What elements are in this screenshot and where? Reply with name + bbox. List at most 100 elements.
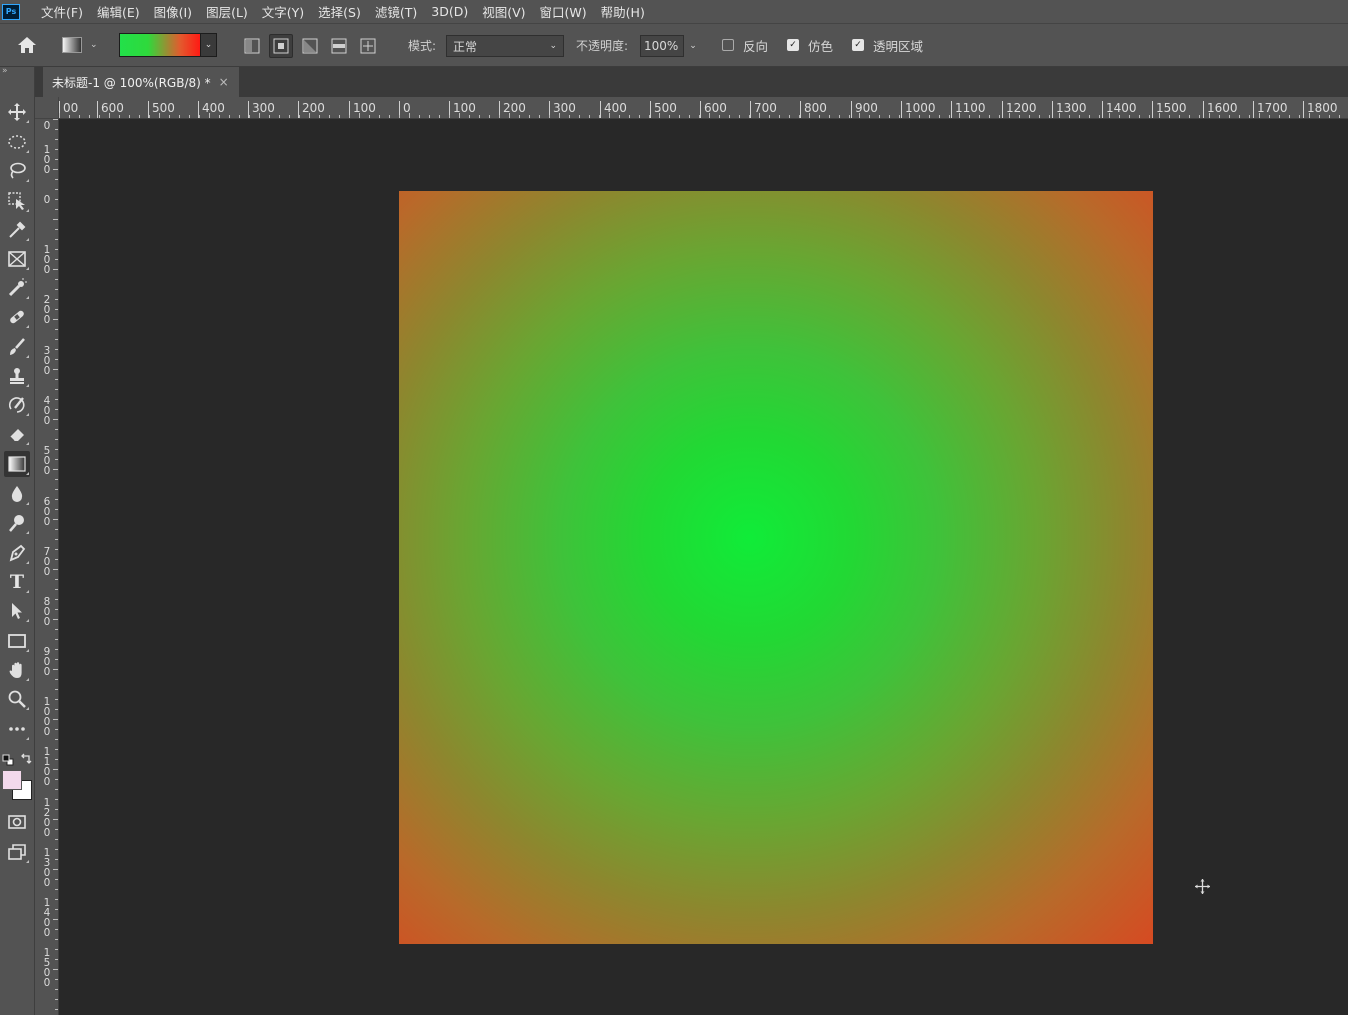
ruler-tick (55, 229, 58, 230)
ruler-origin[interactable] (35, 97, 59, 119)
ruler-tick (319, 115, 320, 118)
ruler-tick (699, 115, 700, 118)
ruler-tick (329, 115, 330, 118)
history-brush-tool[interactable] (4, 392, 30, 418)
path-selection-tool[interactable] (4, 598, 30, 624)
ruler-tick (989, 115, 990, 118)
vertical-ruler[interactable]: 0100010020030040050060070080090010001100… (35, 119, 59, 1015)
radial-gradient-button[interactable] (269, 34, 293, 58)
transparency-checkbox[interactable]: ✓ 透明区域 (852, 24, 923, 66)
frame-tool[interactable] (4, 246, 30, 272)
swap-colors-button[interactable] (20, 750, 32, 764)
brush-tool[interactable] (4, 334, 30, 360)
menu-select[interactable]: 选择(S) (311, 2, 368, 21)
ruler-tick (1029, 115, 1030, 118)
ruler-tick-label: 300 (43, 345, 51, 377)
gradient-dropdown-button[interactable]: ⌄ (201, 33, 217, 57)
horizontal-ruler[interactable]: 00 600 500 400 300 200 100 0 100 200 300 400 500 600 7… (59, 97, 1348, 119)
menu-edit[interactable]: 编辑(E) (90, 2, 147, 21)
reflected-gradient-button[interactable] (327, 34, 351, 58)
linear-gradient-button[interactable] (240, 34, 264, 58)
checkbox-checked[interactable]: ✓ (852, 39, 864, 51)
ruler-tick (229, 115, 230, 118)
menu-view[interactable]: 视图(V) (475, 2, 532, 21)
gradient-tool[interactable] (4, 451, 30, 477)
menu-layer[interactable]: 图层(L) (199, 2, 255, 21)
edit-toolbar-button[interactable] (4, 716, 30, 742)
blur-tool[interactable] (4, 481, 30, 507)
ruler-tick-label: 0 (43, 194, 51, 206)
ruler-tick (829, 115, 830, 118)
type-tool[interactable]: T (4, 569, 30, 595)
menu-3d[interactable]: 3D(D) (424, 4, 475, 19)
ruler-tick (199, 115, 200, 118)
checkbox-box[interactable] (722, 39, 734, 51)
gradient-tool-icon (8, 456, 26, 472)
mode-select[interactable]: 正常 ⌄ (446, 35, 564, 57)
diamond-gradient-icon (360, 38, 376, 54)
collapse-panel-icon[interactable]: » (2, 66, 8, 76)
hand-tool[interactable] (4, 657, 30, 683)
ruler-tick (55, 799, 58, 800)
close-icon[interactable]: × (219, 75, 229, 89)
foreground-color-swatch[interactable] (2, 770, 22, 790)
checkbox-checked[interactable]: ✓ (787, 39, 799, 51)
marquee-tool[interactable] (4, 129, 30, 155)
home-button[interactable] (14, 24, 40, 66)
ruler-tick (929, 115, 930, 118)
ruler-tick (799, 115, 800, 118)
document-canvas[interactable] (399, 191, 1153, 944)
menu-image[interactable]: 图像(I) (147, 2, 199, 21)
clone-stamp-tool[interactable] (4, 363, 30, 389)
reverse-label: 反向 (743, 38, 769, 54)
dither-label: 仿色 (808, 38, 834, 54)
dodge-tool[interactable] (4, 510, 30, 536)
pen-tool[interactable] (4, 540, 30, 566)
menu-help[interactable]: 帮助(H) (594, 2, 652, 21)
ruler-tick (909, 113, 910, 118)
ruler-tick-label: 400 (43, 395, 51, 427)
gradient-preview[interactable] (119, 33, 201, 57)
diamond-gradient-button[interactable] (356, 34, 380, 58)
angle-gradient-button[interactable] (298, 34, 322, 58)
lasso-tool[interactable] (4, 158, 30, 184)
opacity-input[interactable]: 100% (640, 35, 684, 57)
move-tool[interactable] (4, 99, 30, 125)
object-selection-tool[interactable] (4, 188, 30, 214)
ruler-tick (579, 115, 580, 118)
rectangle-tool[interactable] (4, 628, 30, 654)
rectangle-tool-icon (8, 634, 26, 648)
ruler-tick (959, 113, 960, 118)
document-tab[interactable]: 未标题-1 @ 100%(RGB/8) * × (43, 67, 239, 97)
eraser-tool[interactable] (4, 421, 30, 447)
menu-window[interactable]: 窗口(W) (533, 2, 594, 21)
ruler-tick (519, 115, 520, 118)
healing-brush-tool[interactable] (4, 304, 30, 330)
ruler-tick-label: 0 (43, 120, 51, 132)
ruler-tick (55, 859, 58, 860)
screen-mode-button[interactable] (4, 839, 30, 865)
default-colors-button[interactable] (2, 751, 14, 766)
dither-checkbox[interactable]: ✓ 仿色 (787, 24, 833, 66)
tool-preset-picker[interactable]: ⌄ (62, 24, 106, 66)
eyedropper-tool[interactable] (4, 217, 30, 243)
eraser-icon (9, 429, 24, 442)
ruler-tick (999, 115, 1000, 118)
opacity-dropdown-button[interactable]: ⌄ (686, 35, 700, 57)
menu-file[interactable]: 文件(F) (34, 2, 90, 21)
ruler-tick (1009, 113, 1010, 118)
photoshop-logo[interactable]: Ps (2, 3, 20, 20)
quick-mask-button[interactable] (4, 809, 30, 835)
ruler-tick (55, 189, 58, 190)
menu-filter[interactable]: 滤镜(T) (368, 2, 424, 21)
swap-arrows-icon (21, 753, 32, 764)
canvas-workspace[interactable] (60, 120, 1348, 1015)
ruler-tick (1259, 113, 1260, 118)
ruler-tick (55, 439, 58, 440)
gradient-picker[interactable]: ⌄ (119, 24, 219, 66)
zoom-tool[interactable] (4, 686, 30, 712)
reverse-checkbox[interactable]: 反向 (722, 24, 768, 66)
menu-type[interactable]: 文字(Y) (255, 2, 311, 21)
spot-healing-tool[interactable] (4, 275, 30, 301)
ruler-tick (409, 113, 410, 118)
